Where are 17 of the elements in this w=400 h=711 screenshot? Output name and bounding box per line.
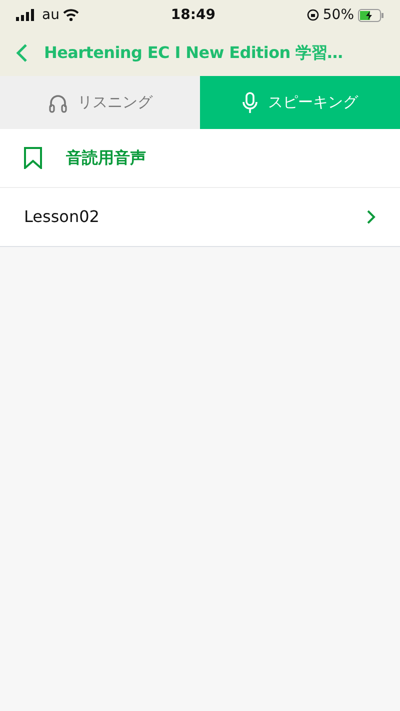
chevron-icon [366, 209, 376, 225]
bookmark-icon [24, 147, 42, 169]
headphones-icon [48, 92, 68, 112]
signal-icon [16, 9, 34, 21]
battery-icon [358, 8, 384, 22]
wifi-icon [63, 9, 80, 21]
section-title: 音読用音声 [66, 147, 146, 169]
battery-percent: 50% [322, 6, 354, 24]
carrier-name: au [42, 6, 60, 24]
back-button[interactable] [16, 43, 28, 63]
list-item[interactable]: Lesson02 [0, 188, 400, 247]
tab[interactable]: リスニング [0, 76, 200, 129]
page-title: Heartening EC I New Edition 学習… [44, 42, 343, 64]
tab[interactable]: スピーキング [200, 76, 400, 129]
clock-time: 18:49 [170, 6, 216, 22]
microphone-icon [242, 92, 258, 114]
orientation-lock-icon [306, 9, 319, 21]
